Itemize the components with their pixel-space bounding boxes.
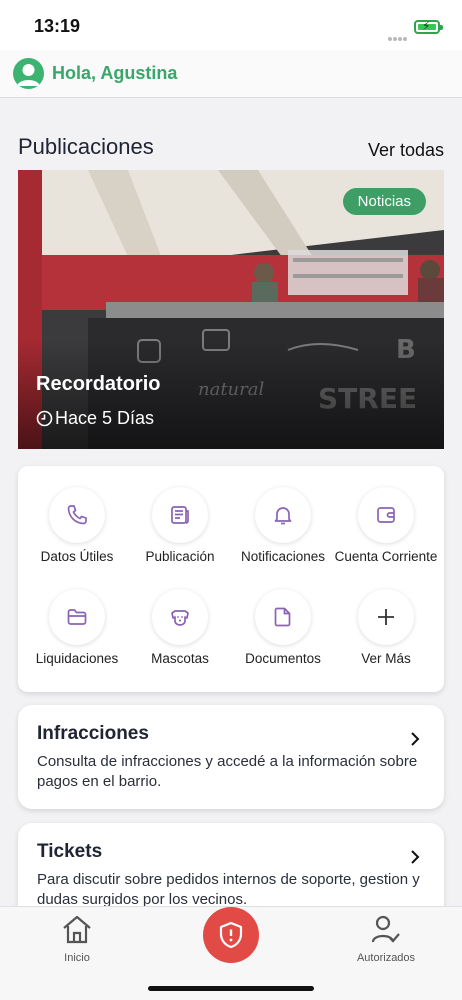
news-time-text: Hace 5 Días bbox=[55, 408, 155, 428]
signal-icon bbox=[388, 28, 410, 41]
home-icon bbox=[63, 915, 91, 944]
shortcut-documentos[interactable]: Documentos bbox=[231, 589, 335, 679]
tab-label: Inicio bbox=[64, 952, 90, 964]
card-title: Infracciones bbox=[37, 723, 149, 744]
user-icon bbox=[17, 64, 40, 86]
card-title: Tickets bbox=[37, 841, 103, 862]
shortcut-label: Mascotas bbox=[151, 651, 209, 666]
folder-icon bbox=[67, 609, 87, 625]
greeting-header: Hola, Agustina bbox=[0, 50, 462, 98]
bell-icon bbox=[274, 507, 292, 525]
home-indicator bbox=[148, 986, 314, 991]
newspaper-icon bbox=[171, 506, 189, 524]
shortcut-label: Publicación bbox=[145, 549, 215, 564]
status-bar: 13:19 ⚡ bbox=[0, 0, 462, 50]
shortcut-ver-mas[interactable]: Ver Más bbox=[334, 589, 438, 679]
shortcut-label: Datos Útiles bbox=[40, 549, 114, 564]
infracciones-card[interactable]: Infracciones Consulta de infracciones y … bbox=[18, 705, 444, 809]
shortcuts-grid: Datos Útiles Publicación Notificaciones … bbox=[18, 466, 444, 692]
status-time: 13:19 bbox=[34, 16, 81, 36]
shortcut-mascotas[interactable]: Mascotas bbox=[128, 589, 232, 679]
document-icon bbox=[274, 607, 291, 627]
tab-label: Autorizados bbox=[356, 952, 416, 964]
shortcut-label: Documentos bbox=[245, 651, 321, 666]
chevron-right-icon bbox=[411, 732, 420, 746]
card-description: Consulta de infracciones y accedé a la i… bbox=[37, 753, 418, 790]
chevron-right-icon bbox=[411, 850, 420, 864]
shortcut-label: Liquidaciones bbox=[35, 651, 119, 666]
card-description: Para discutir sobre pedidos internos de … bbox=[37, 871, 420, 908]
shortcut-publicacion[interactable]: Publicación bbox=[128, 487, 232, 577]
shortcut-datos-utiles[interactable]: Datos Útiles bbox=[25, 487, 129, 577]
tab-autorizados[interactable]: Autorizados bbox=[348, 913, 424, 964]
user-check-icon bbox=[371, 915, 400, 943]
shortcut-label: Ver Más bbox=[361, 651, 411, 666]
phone-icon bbox=[67, 505, 87, 525]
plus-icon bbox=[378, 609, 394, 625]
clock-icon bbox=[36, 410, 53, 427]
shield-alert-icon bbox=[219, 921, 243, 949]
shortcut-liquidaciones[interactable]: Liquidaciones bbox=[25, 589, 129, 679]
tab-inicio[interactable]: Inicio bbox=[52, 913, 102, 964]
dog-icon bbox=[171, 610, 189, 626]
panic-button[interactable] bbox=[203, 907, 259, 963]
news-tag-badge: Noticias bbox=[342, 188, 426, 215]
section-title-publications: Publicaciones bbox=[18, 134, 154, 159]
wallet-icon bbox=[377, 507, 395, 523]
battery-icon: ⚡ bbox=[414, 19, 443, 34]
shortcut-label: Cuenta Corriente bbox=[334, 549, 438, 564]
shortcut-cuenta-corriente[interactable]: Cuenta Corriente bbox=[334, 487, 438, 577]
avatar[interactable] bbox=[13, 58, 44, 89]
news-card[interactable]: natural STREE B Noticias Recordatorio Ha… bbox=[18, 170, 444, 449]
see-all-button[interactable]: Ver todas bbox=[368, 140, 444, 161]
shortcut-notificaciones[interactable]: Notificaciones bbox=[231, 487, 335, 577]
greeting-text: Hola, Agustina bbox=[52, 63, 178, 83]
news-title: Recordatorio bbox=[36, 373, 161, 395]
news-time: Hace 5 Días bbox=[36, 408, 154, 429]
shortcut-label: Notificaciones bbox=[240, 549, 326, 564]
